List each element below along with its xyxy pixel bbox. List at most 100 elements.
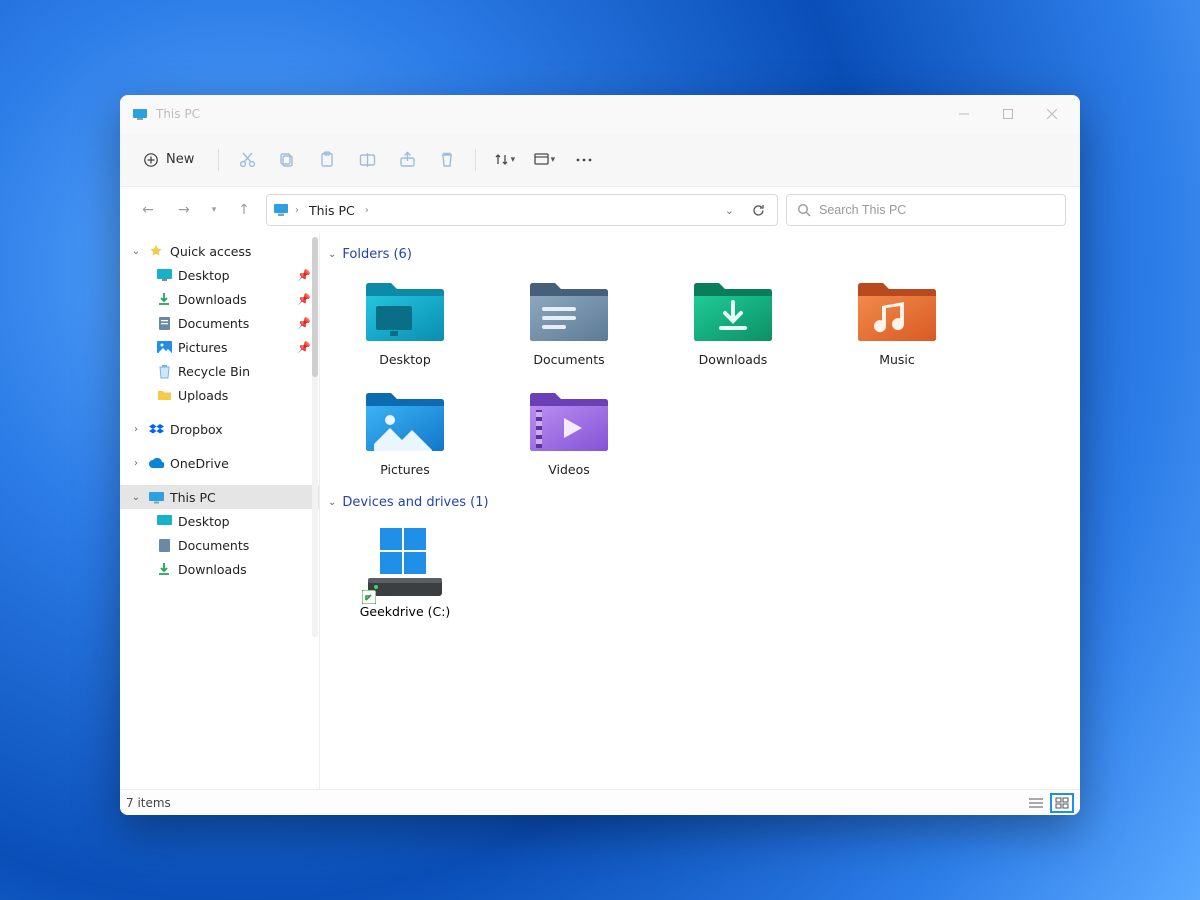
more-button[interactable]	[566, 142, 602, 178]
up-button[interactable]: ↑	[230, 196, 258, 224]
sidebar-item-label: Dropbox	[170, 422, 223, 437]
scissors-icon	[239, 151, 256, 168]
new-button[interactable]: New	[130, 146, 208, 173]
navigation-bar: ← → ▾ ↑ › This PC › ⌄	[120, 187, 1080, 233]
navigation-pane: ⌄ Quick access Desktop 📌 Downloads 📌 Doc…	[120, 233, 320, 789]
sidebar-item-label: Downloads	[178, 562, 247, 577]
sidebar-item-recycle-bin[interactable]: Recycle Bin	[120, 359, 319, 383]
videos-folder-icon	[526, 390, 612, 454]
music-folder-icon	[854, 280, 940, 344]
sidebar-item-label: OneDrive	[170, 456, 229, 471]
downloads-icon	[156, 291, 172, 307]
chevron-down-icon: ⌄	[328, 497, 336, 508]
folder-label: Downloads	[699, 352, 768, 368]
chevron-right-icon: ›	[130, 424, 142, 435]
forward-button[interactable]: →	[170, 196, 198, 224]
search-box[interactable]	[786, 194, 1066, 226]
onedrive-icon	[148, 455, 164, 471]
folder-videos[interactable]: Videos	[496, 382, 642, 488]
minimize-button[interactable]	[942, 95, 986, 133]
pictures-folder-icon	[362, 390, 448, 454]
paste-button[interactable]	[309, 142, 345, 178]
cut-button[interactable]	[229, 142, 265, 178]
sidebar-item-label: Documents	[178, 316, 249, 331]
rename-button[interactable]	[349, 142, 385, 178]
sidebar-item-pictures[interactable]: Pictures 📌	[120, 335, 319, 359]
desktop-icon	[156, 513, 172, 529]
sidebar-item-dropbox[interactable]: › Dropbox	[120, 417, 319, 441]
sidebar-item-quick-access[interactable]: ⌄ Quick access	[120, 239, 319, 263]
documents-icon	[156, 537, 172, 553]
window-title: This PC	[156, 107, 200, 121]
refresh-button[interactable]	[746, 200, 771, 221]
sidebar-item-desktop[interactable]: Desktop 📌	[120, 263, 319, 287]
folder-documents[interactable]: Documents	[496, 272, 642, 378]
item-count: 7 items	[126, 796, 171, 810]
trash-icon	[439, 151, 455, 168]
sidebar-item-pc-downloads[interactable]: Downloads	[120, 557, 319, 581]
sidebar-item-pc-documents[interactable]: Documents	[120, 533, 319, 557]
status-bar: 7 items	[120, 789, 1080, 815]
sidebar-item-label: Desktop	[178, 268, 230, 283]
group-title: Folders (6)	[342, 247, 412, 262]
address-bar[interactable]: › This PC › ⌄	[266, 194, 778, 226]
recycle-bin-icon	[156, 363, 172, 379]
pin-icon: 📌	[297, 341, 311, 354]
pc-icon	[148, 489, 164, 505]
drive-c[interactable]: Geekdrive (C:)	[332, 520, 478, 627]
back-button[interactable]: ←	[134, 196, 162, 224]
sidebar-item-onedrive[interactable]: › OneDrive	[120, 451, 319, 475]
chevron-down-icon: ⌄	[328, 249, 336, 260]
app-icon	[132, 106, 148, 122]
address-dropdown[interactable]: ⌄	[719, 200, 740, 221]
separator	[475, 149, 476, 171]
dropbox-icon	[148, 421, 164, 437]
shortcut-overlay-icon	[362, 590, 376, 604]
folder-icon	[156, 387, 172, 403]
body: ⌄ Quick access Desktop 📌 Downloads 📌 Doc…	[120, 233, 1080, 789]
documents-icon	[156, 315, 172, 331]
sidebar-item-label: Desktop	[178, 514, 230, 529]
view-button[interactable]: ▾	[526, 142, 562, 178]
breadcrumb-this-pc[interactable]: This PC	[305, 201, 359, 220]
drive-label: Geekdrive (C:)	[360, 604, 451, 619]
folder-music[interactable]: Music	[824, 272, 970, 378]
sidebar-item-uploads[interactable]: Uploads	[120, 383, 319, 407]
pin-icon: 📌	[297, 269, 311, 282]
sidebar-item-label: Downloads	[178, 292, 247, 307]
close-button[interactable]	[1030, 95, 1074, 133]
pin-icon: 📌	[297, 317, 311, 330]
chevron-down-icon: ⌄	[130, 246, 142, 257]
sidebar-item-pc-desktop[interactable]: Desktop	[120, 509, 319, 533]
drive-icon	[362, 528, 448, 600]
share-button[interactable]	[389, 142, 425, 178]
maximize-button[interactable]	[986, 95, 1030, 133]
pc-icon	[273, 203, 289, 217]
sort-button[interactable]: ▾	[486, 142, 522, 178]
group-header-drives[interactable]: ⌄ Devices and drives (1)	[326, 489, 1074, 520]
copy-button[interactable]	[269, 142, 305, 178]
view-icon	[534, 153, 549, 166]
icons-view-button[interactable]	[1050, 793, 1074, 813]
title-bar: This PC	[120, 95, 1080, 133]
folder-desktop[interactable]: Desktop	[332, 272, 478, 378]
delete-button[interactable]	[429, 142, 465, 178]
clipboard-icon	[319, 151, 335, 168]
folders-grid: Desktop Documents	[326, 272, 1074, 489]
drives-grid: Geekdrive (C:)	[326, 520, 1074, 627]
history-button[interactable]: ▾	[206, 196, 222, 224]
folder-downloads[interactable]: Downloads	[660, 272, 806, 378]
desktop-folder-icon	[362, 280, 448, 344]
folder-pictures[interactable]: Pictures	[332, 382, 478, 488]
chevron-right-icon: ›	[295, 205, 299, 216]
group-header-folders[interactable]: ⌄ Folders (6)	[326, 241, 1074, 272]
sidebar-item-this-pc[interactable]: ⌄ This PC	[120, 485, 319, 509]
sidebar-item-downloads[interactable]: Downloads 📌	[120, 287, 319, 311]
rename-icon	[359, 152, 376, 168]
details-view-button[interactable]	[1024, 793, 1048, 813]
sidebar-item-documents[interactable]: Documents 📌	[120, 311, 319, 335]
star-icon	[148, 243, 164, 259]
search-input[interactable]	[819, 203, 1055, 217]
folder-label: Videos	[548, 462, 590, 478]
scrollbar-thumb[interactable]	[312, 237, 318, 377]
